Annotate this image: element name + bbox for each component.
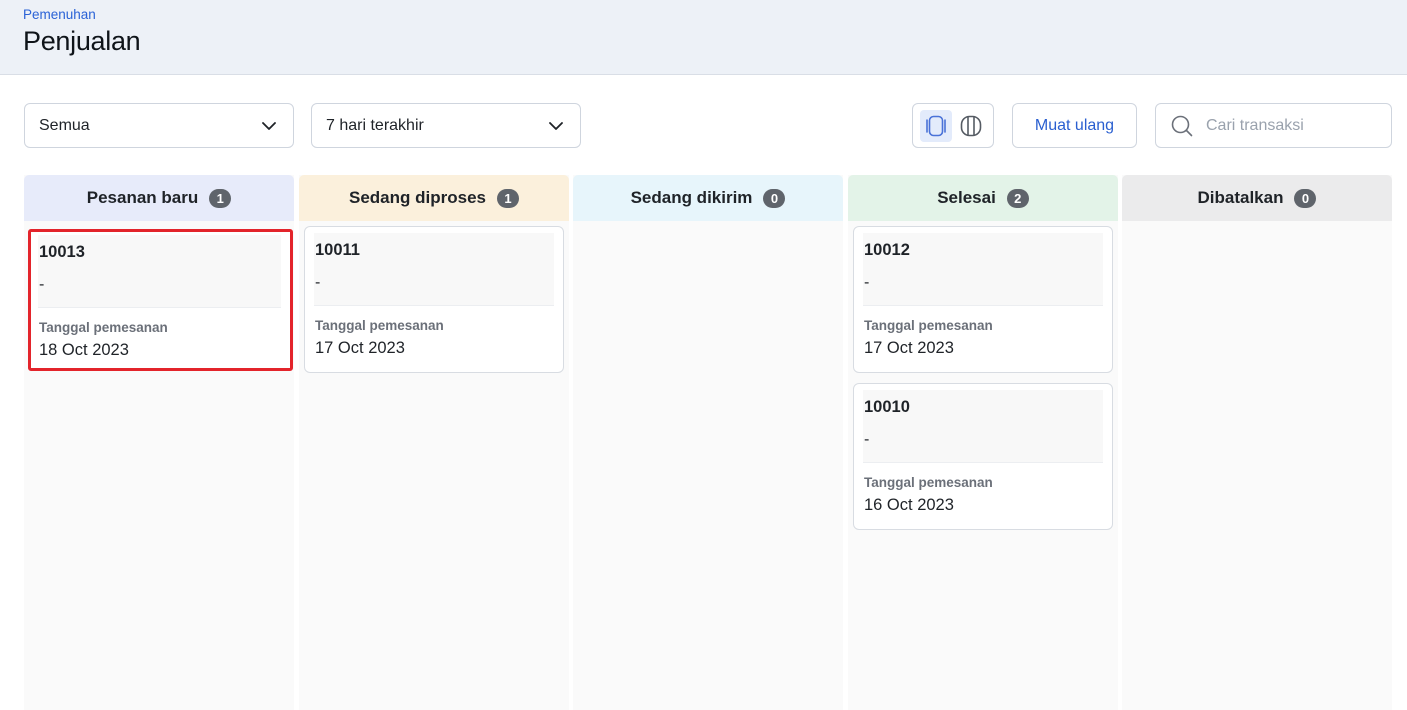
search-input[interactable] xyxy=(1206,116,1376,135)
column-pesanan-baru: Pesanan baru 1 10013 - Tanggal pemesanan… xyxy=(24,175,294,710)
chevron-down-icon xyxy=(549,121,563,130)
search-icon xyxy=(1171,115,1193,136)
order-id: 10011 xyxy=(315,241,360,259)
card-view-button[interactable] xyxy=(919,109,952,142)
column-header: Selesai 2 xyxy=(848,175,1118,221)
order-date-label: Tanggal pemesanan xyxy=(864,475,993,490)
count-badge: 2 xyxy=(1006,188,1029,208)
order-date: 16 Oct 2023 xyxy=(864,496,954,514)
order-description: - xyxy=(864,274,870,291)
order-date-label: Tanggal pemesanan xyxy=(39,320,168,335)
column-title: Pesanan baru xyxy=(86,188,199,207)
column-sedang-diproses: Sedang diproses 1 10011 - Tanggal pemesa… xyxy=(299,175,569,710)
columns-icon xyxy=(960,115,981,136)
order-date: 18 Oct 2023 xyxy=(39,341,129,359)
page-title: Penjualan xyxy=(23,26,141,56)
card-view-icon xyxy=(925,115,946,136)
status-filter-select[interactable]: Semua xyxy=(24,103,294,148)
reload-button[interactable]: Muat ulang xyxy=(1012,103,1137,148)
order-date: 17 Oct 2023 xyxy=(315,339,405,357)
order-card[interactable]: 10010 - Tanggal pemesanan 16 Oct 2023 xyxy=(853,383,1113,530)
page-header: Pemenuhan Penjualan xyxy=(0,0,1407,75)
view-toggle xyxy=(912,103,994,148)
count-badge: 0 xyxy=(763,188,786,208)
column-selesai: Selesai 2 10012 - Tanggal pemesanan 17 O… xyxy=(848,175,1118,710)
order-id: 10013 xyxy=(39,243,85,261)
column-title: Dibatalkan xyxy=(1197,188,1284,207)
order-description: - xyxy=(39,276,45,293)
column-header: Pesanan baru 1 xyxy=(24,175,294,221)
column-title: Sedang dikirim xyxy=(630,188,753,207)
count-badge: 1 xyxy=(496,188,519,208)
order-id: 10012 xyxy=(864,241,910,259)
order-card[interactable]: 10013 - Tanggal pemesanan 18 Oct 2023 xyxy=(28,229,293,371)
column-dibatalkan: Dibatalkan 0 xyxy=(1122,175,1392,710)
status-filter-value: Semua xyxy=(39,116,90,134)
column-view-button[interactable] xyxy=(955,110,987,142)
column-header: Sedang diproses 1 xyxy=(299,175,569,221)
column-title: Selesai xyxy=(937,188,996,207)
order-description: - xyxy=(864,431,870,448)
date-range-value: 7 hari terakhir xyxy=(326,116,424,134)
chevron-down-icon xyxy=(262,121,276,130)
count-badge: 0 xyxy=(1294,188,1317,208)
order-description: - xyxy=(315,274,321,291)
date-range-select[interactable]: 7 hari terakhir xyxy=(311,103,581,148)
count-badge: 1 xyxy=(209,188,232,208)
order-date: 17 Oct 2023 xyxy=(864,339,954,357)
column-sedang-dikirim: Sedang dikirim 0 xyxy=(573,175,843,710)
column-header: Sedang dikirim 0 xyxy=(573,175,843,221)
order-date-label: Tanggal pemesanan xyxy=(315,318,444,333)
column-title: Sedang diproses xyxy=(349,188,486,207)
order-id: 10010 xyxy=(864,398,910,416)
order-card[interactable]: 10011 - Tanggal pemesanan 17 Oct 2023 xyxy=(304,226,564,373)
column-header: Dibatalkan 0 xyxy=(1122,175,1392,221)
order-card[interactable]: 10012 - Tanggal pemesanan 17 Oct 2023 xyxy=(853,226,1113,373)
order-date-label: Tanggal pemesanan xyxy=(864,318,993,333)
search-box xyxy=(1155,103,1392,148)
breadcrumb[interactable]: Pemenuhan xyxy=(23,7,96,22)
